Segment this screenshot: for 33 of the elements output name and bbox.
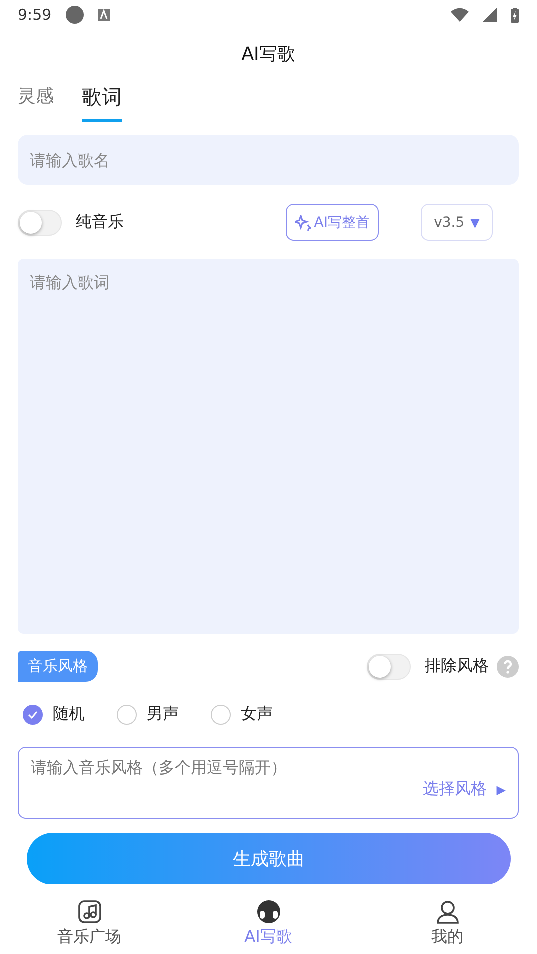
app-notification-icon — [98, 9, 110, 21]
tab[interactable]: 灵感 — [18, 84, 54, 122]
check-icon — [28, 710, 38, 718]
style-field[interactable]: 请输入音乐风格（多个用逗号隔开） 选择风格 ▶ — [18, 747, 519, 819]
music-style-tag: 音乐风格 — [18, 651, 98, 682]
tab[interactable]: 歌词 — [82, 84, 122, 122]
person-icon — [436, 900, 460, 924]
signal-icon — [483, 8, 497, 22]
voice-option[interactable]: 随机 — [23, 704, 85, 725]
pure-music-label: 纯音乐 — [76, 212, 124, 233]
status-time: 9:59 — [18, 6, 52, 24]
version-dropdown[interactable]: v3.5 ▼ — [421, 204, 493, 241]
nav-item[interactable]: 音乐广场 — [0, 884, 179, 954]
battery-icon — [511, 8, 519, 22]
headphones-icon — [256, 900, 282, 924]
music-note-icon — [78, 900, 102, 924]
sparkle-icon — [295, 214, 312, 230]
ai-write-button[interactable]: AI写整首 — [286, 204, 379, 241]
page-title: AI写歌 — [240, 43, 296, 66]
notification-dot-icon — [66, 6, 84, 24]
choose-style-link[interactable]: 选择风格 ▶ — [422, 779, 506, 800]
exclude-style-label: 排除风格 — [425, 656, 489, 677]
voice-option[interactable]: 男声 — [117, 704, 179, 725]
toggle-switch[interactable] — [367, 654, 411, 680]
toggle-switch[interactable] — [18, 210, 62, 236]
generate-song-button[interactable]: 生成歌曲 — [27, 833, 511, 885]
lyrics-field[interactable]: 请输入歌词 — [18, 259, 519, 634]
nav-item[interactable]: 我的 — [358, 884, 537, 954]
nav-item[interactable]: AI写歌 — [179, 884, 358, 954]
help-icon[interactable] — [497, 656, 519, 678]
voice-option[interactable]: 女声 — [211, 704, 273, 725]
wifi-icon — [451, 8, 469, 22]
song-name-field[interactable]: 请输入歌名 — [18, 135, 519, 185]
